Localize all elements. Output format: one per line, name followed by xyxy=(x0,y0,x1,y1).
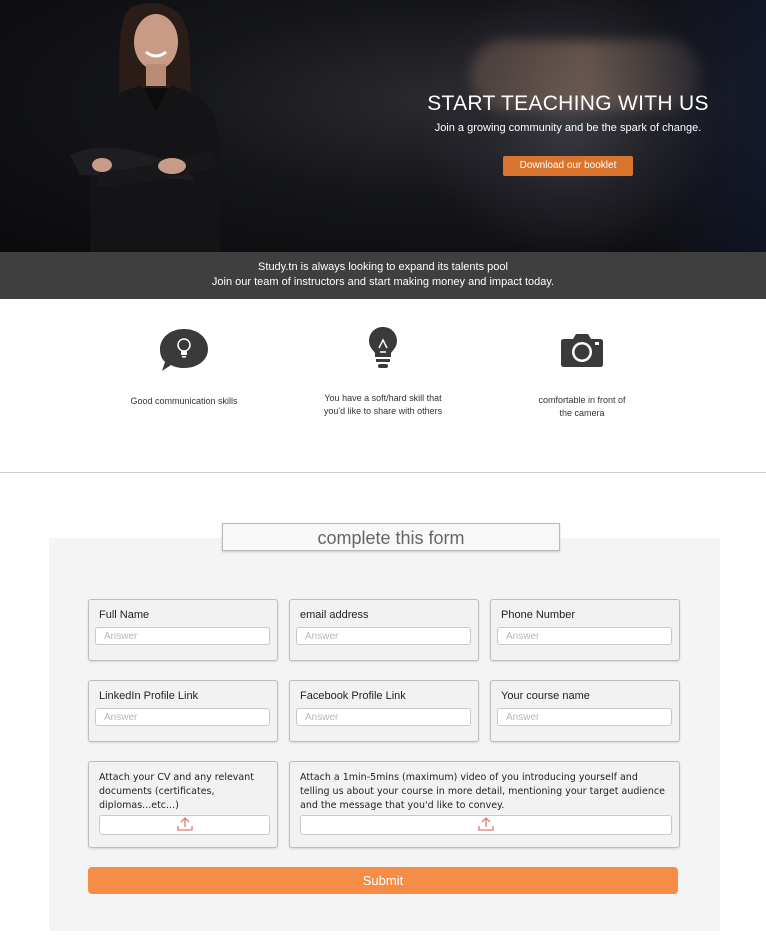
instructor-photo xyxy=(70,3,220,252)
linkedin-field: LinkedIn Profile Link xyxy=(88,680,278,742)
lightbulb-icon xyxy=(369,327,397,368)
phone-field: Phone Number xyxy=(490,599,680,661)
cv-upload-field: Attach your CV and any relevant document… xyxy=(88,761,278,848)
hero-section: START TEACHING WITH US Join a growing co… xyxy=(0,0,766,252)
course-name-label: Your course name xyxy=(501,690,590,702)
full-name-input[interactable] xyxy=(95,627,270,645)
phone-label: Phone Number xyxy=(501,609,575,621)
linkedin-input[interactable] xyxy=(95,708,270,726)
banner-line-1: Study.tn is always looking to expand its… xyxy=(258,261,508,273)
feature-camera: comfortable in front of the camera xyxy=(538,395,626,418)
hero-title: START TEACHING WITH US xyxy=(427,92,709,115)
upload-icon xyxy=(478,817,494,831)
phone-input[interactable] xyxy=(497,627,672,645)
email-field: email address xyxy=(289,599,479,661)
full-name-field: Full Name xyxy=(88,599,278,661)
email-label: email address xyxy=(300,609,369,621)
download-booklet-button[interactable]: Download our booklet xyxy=(503,156,633,176)
video-upload-field: Attach a 1min-5mins (maximum) video of y… xyxy=(289,761,680,848)
feature-skill: You have a soft/hard skill that you'd li… xyxy=(323,393,443,416)
facebook-label: Facebook Profile Link xyxy=(300,690,406,702)
course-name-input[interactable] xyxy=(497,708,672,726)
banner-line-2: Join our team of instructors and start m… xyxy=(211,276,555,288)
facebook-field: Facebook Profile Link xyxy=(289,680,479,742)
feature-communication: Good communication skills xyxy=(104,395,264,408)
upload-icon xyxy=(176,817,193,831)
chat-bulb-icon xyxy=(160,329,208,371)
info-banner: Study.tn is always looking to expand its… xyxy=(0,252,766,299)
cv-upload-label: Attach your CV and any relevant document… xyxy=(99,772,254,811)
full-name-label: Full Name xyxy=(99,609,150,621)
linkedin-label: LinkedIn Profile Link xyxy=(99,690,199,702)
video-upload-label: Attach a 1min-5mins (maximum) video of y… xyxy=(300,772,665,811)
facebook-input[interactable] xyxy=(296,708,471,726)
feature-communication-text: Good communication skills xyxy=(130,396,238,406)
section-divider xyxy=(0,472,766,473)
form-title: complete this form xyxy=(222,523,560,551)
email-input[interactable] xyxy=(296,627,471,645)
video-upload-button[interactable] xyxy=(300,815,672,835)
course-name-field: Your course name xyxy=(490,680,680,742)
submit-button[interactable]: Submit xyxy=(88,867,678,894)
hero-subtitle: Join a growing community and be the spar… xyxy=(434,122,702,134)
camera-icon xyxy=(561,334,603,367)
cv-upload-button[interactable] xyxy=(99,815,270,835)
